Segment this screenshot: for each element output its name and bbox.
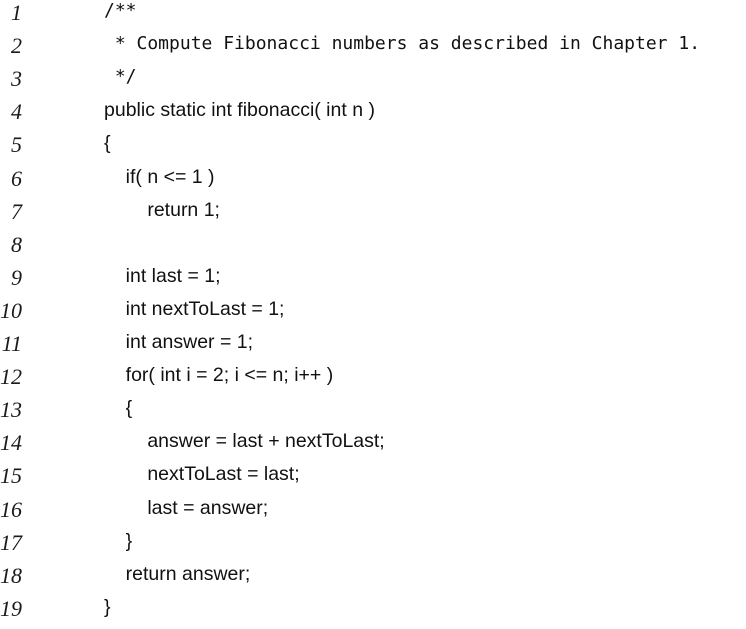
- line-text: int answer = 1;: [104, 331, 254, 353]
- code-line: 18 return answer;: [0, 563, 746, 596]
- line-number: 3: [11, 66, 22, 92]
- line-text: public static int fibonacci( int n ): [104, 99, 375, 122]
- code-line: 5{: [0, 132, 746, 165]
- code-listing: 1 /** 2 * Compute Fibonacci numbers as des…: [0, 0, 746, 621]
- code-line: 8: [0, 232, 746, 265]
- code-line: 6 if( n <= 1 ): [0, 166, 746, 199]
- code-line: 4 public static int fibonacci( int n ): [0, 99, 746, 132]
- line-number: 12: [0, 364, 22, 390]
- line-number: 6: [11, 165, 22, 191]
- code-line: 2 * Compute Fibonacci numbers as describ…: [0, 33, 746, 66]
- code-line: 16 last = answer;: [0, 497, 746, 530]
- line-number: 1: [11, 0, 22, 25]
- line-number: 9: [11, 264, 22, 290]
- line-number: 17: [0, 529, 22, 555]
- code-line: 19}: [0, 596, 746, 629]
- code-line: 1 /**: [0, 0, 746, 33]
- line-text: last = answer;: [104, 496, 269, 519]
- line-text: {: [104, 397, 133, 420]
- line-text: {: [104, 132, 111, 155]
- line-number: 10: [0, 297, 22, 323]
- line-text: int nextToLast = 1;: [104, 297, 285, 320]
- line-number: 8: [11, 231, 22, 257]
- line-text: if( n <= 1 ): [104, 165, 215, 188]
- code-line: 14 answer = last + nextToLast;: [0, 430, 746, 463]
- line-number: 18: [0, 562, 22, 588]
- code-line: 3 */: [0, 66, 746, 99]
- line-text: */: [104, 66, 137, 88]
- code-line: 7 return 1;: [0, 199, 746, 232]
- code-line: 13 {: [0, 397, 746, 430]
- code-line: 10 int nextToLast = 1;: [0, 298, 746, 331]
- code-line: 15 nextToLast = last;: [0, 463, 746, 496]
- code-line: 11 int answer = 1;: [0, 331, 746, 364]
- line-text: * Compute Fibonacci numbers as described…: [104, 33, 701, 55]
- line-number: 16: [0, 496, 22, 522]
- code-line: 17 }: [0, 530, 746, 563]
- line-number: 2: [11, 33, 22, 59]
- line-number: 11: [1, 331, 22, 356]
- line-number: 4: [11, 99, 22, 125]
- line-number: 7: [11, 198, 22, 224]
- line-number: 19: [0, 595, 22, 621]
- line-text: return 1;: [104, 198, 220, 221]
- line-text: }: [104, 529, 133, 552]
- line-text: }: [104, 595, 111, 618]
- line-number: 13: [0, 397, 22, 423]
- line-text: return answer;: [104, 562, 251, 585]
- line-number: 15: [0, 463, 22, 489]
- line-text: answer = last + nextToLast;: [104, 430, 385, 453]
- line-text: /**: [104, 0, 137, 21]
- line-text: for( int i = 2; i <= n; i++ ): [104, 364, 334, 387]
- code-line: 12 for( int i = 2; i <= n; i++ ): [0, 364, 746, 397]
- line-text: int last = 1;: [104, 264, 221, 287]
- line-number: 14: [0, 430, 22, 456]
- line-text: nextToLast = last;: [104, 463, 300, 486]
- code-line: 9 int last = 1;: [0, 265, 746, 298]
- line-number: 5: [11, 132, 22, 158]
